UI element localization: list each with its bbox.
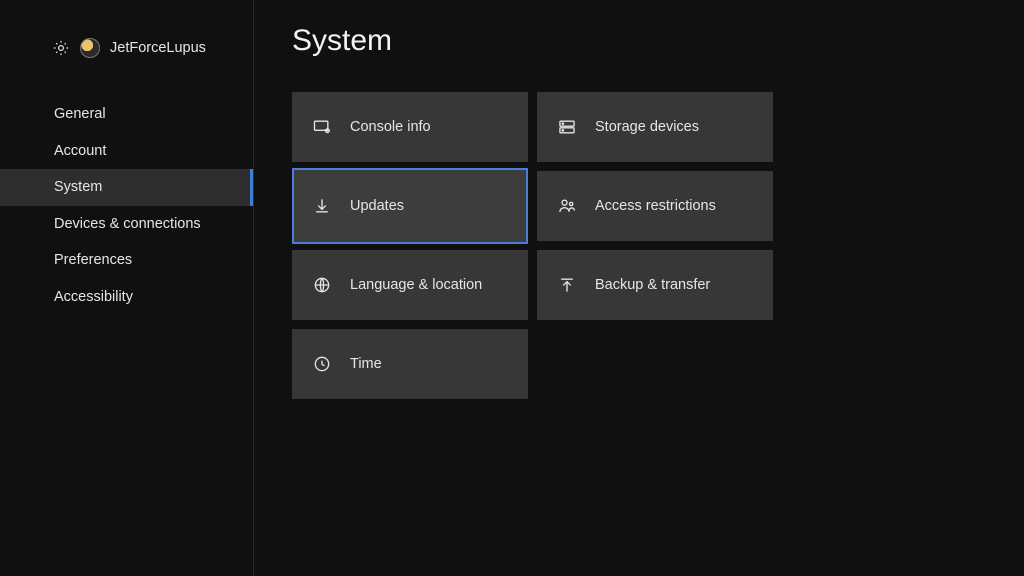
- tile-console-info[interactable]: Console info: [292, 92, 528, 162]
- upload-icon: [557, 275, 577, 295]
- sidebar-item-label: Devices & connections: [54, 216, 201, 232]
- profile-header: JetForceLupus: [0, 38, 253, 96]
- sidebar-item-label: Account: [54, 143, 106, 159]
- tile-grid: Console info Storage devices: [292, 92, 1024, 399]
- download-icon: [312, 196, 332, 216]
- tile-time[interactable]: Time: [292, 329, 528, 399]
- storage-icon: [557, 117, 577, 137]
- tile-label: Backup & transfer: [595, 277, 710, 293]
- page-title: System: [292, 24, 1024, 58]
- sidebar-item-accessibility[interactable]: Accessibility: [0, 279, 253, 316]
- sidebar-item-label: General: [54, 106, 106, 122]
- tile-backup-transfer[interactable]: Backup & transfer: [537, 250, 773, 320]
- sidebar-item-label: Preferences: [54, 252, 132, 268]
- tile-label: Storage devices: [595, 119, 699, 135]
- tile-language-location[interactable]: Language & location: [292, 250, 528, 320]
- gear-icon: [52, 39, 70, 57]
- family-icon: [557, 196, 577, 216]
- tile-label: Time: [350, 356, 382, 372]
- tile-label: Language & location: [350, 277, 482, 293]
- clock-icon: [312, 354, 332, 374]
- sidebar-item-label: System: [54, 179, 102, 195]
- sidebar-item-account[interactable]: Account: [0, 133, 253, 170]
- tile-label: Console info: [350, 119, 431, 135]
- globe-icon: [312, 275, 332, 295]
- sidebar-item-system[interactable]: System: [0, 169, 253, 206]
- monitor-icon: [312, 117, 332, 137]
- tile-storage[interactable]: Storage devices: [537, 92, 773, 162]
- tile-access-restrictions[interactable]: Access restrictions: [537, 171, 773, 241]
- tile-label: Updates: [350, 198, 404, 214]
- sidebar-item-devices[interactable]: Devices & connections: [0, 206, 253, 243]
- sidebar-item-general[interactable]: General: [0, 96, 253, 133]
- tile-updates[interactable]: Updates: [292, 168, 528, 244]
- sidebar: JetForceLupus General Account System Dev…: [0, 0, 254, 576]
- main-panel: System Console info: [254, 0, 1024, 576]
- sidebar-item-preferences[interactable]: Preferences: [0, 242, 253, 279]
- gamertag: JetForceLupus: [110, 40, 206, 56]
- avatar: [80, 38, 100, 58]
- sidebar-nav: General Account System Devices & connect…: [0, 96, 253, 315]
- sidebar-item-label: Accessibility: [54, 289, 133, 305]
- tile-label: Access restrictions: [595, 198, 716, 214]
